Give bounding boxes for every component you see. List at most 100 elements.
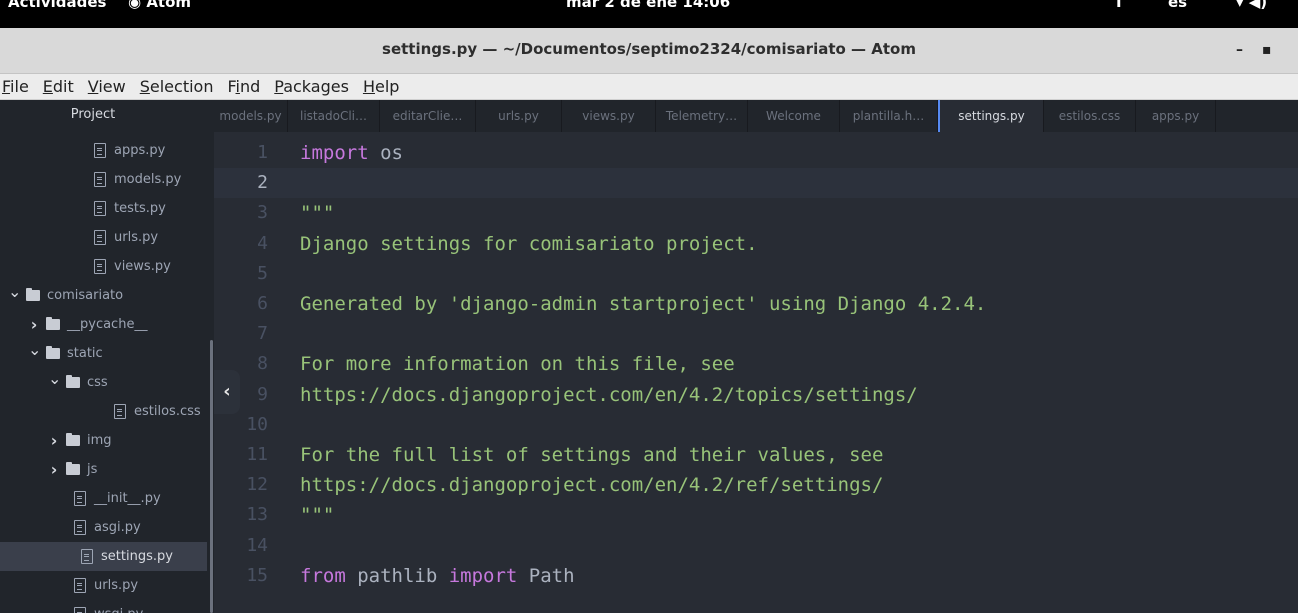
chevron-down-icon[interactable]: ⌄ bbox=[8, 277, 21, 306]
tab-listadocli[interactable]: listadoCli… bbox=[288, 100, 380, 132]
menu-label-rest: elp bbox=[374, 77, 400, 96]
tab-settings-py[interactable]: settings.py bbox=[938, 100, 1044, 132]
maximize-button[interactable]: ▪ bbox=[1262, 42, 1272, 58]
line-number: 4 bbox=[257, 232, 268, 254]
code-token: Path bbox=[517, 564, 575, 587]
tree-folder[interactable]: ⌄ comisariato bbox=[8, 281, 123, 310]
code-token: pathlib bbox=[345, 564, 449, 587]
code-text: Django settings for comisariato project. bbox=[300, 229, 758, 259]
menu-mnemonic: P bbox=[274, 77, 284, 96]
code-line[interactable]: 5 bbox=[214, 259, 1298, 289]
code-line[interactable]: 1 import os bbox=[214, 138, 1298, 168]
tree-file[interactable]: views.py bbox=[94, 252, 171, 281]
tree-item-label: __init__.py bbox=[94, 491, 161, 506]
tree-file[interactable]: asgi.py bbox=[74, 513, 141, 542]
tab-estilos-css[interactable]: estilos.css bbox=[1044, 100, 1136, 132]
tab-editarclie[interactable]: editarClie… bbox=[380, 100, 476, 132]
code-line[interactable]: 4 Django settings for comisariato project… bbox=[214, 229, 1298, 259]
code-line[interactable]: 9 https://docs.djangoproject.com/en/4.2/t… bbox=[214, 380, 1298, 410]
menu-find[interactable]: Find bbox=[227, 77, 260, 96]
tree-file[interactable]: models.py bbox=[94, 165, 181, 194]
window-titlebar: settings.py — ~/Documentos/septimo2324/c… bbox=[0, 28, 1298, 74]
tree-file[interactable]: settings.py bbox=[0, 542, 207, 571]
tree-file[interactable]: apps.py bbox=[94, 136, 165, 165]
code-line[interactable]: 13 """ bbox=[214, 500, 1298, 530]
activities-button[interactable]: Actividades bbox=[8, 0, 106, 11]
tab-urls-py[interactable]: urls.py bbox=[476, 100, 562, 132]
tree-item-label: urls.py bbox=[94, 578, 139, 593]
folder-icon bbox=[46, 346, 60, 359]
chevron-right-icon[interactable]: › bbox=[48, 455, 60, 484]
tree-folder[interactable]: › js bbox=[48, 455, 98, 484]
code-token: Django settings for comisariato project. bbox=[300, 232, 758, 255]
tree-item-label: css bbox=[87, 375, 108, 390]
tree-folder[interactable]: › img bbox=[48, 426, 112, 455]
accessibility-icon[interactable]: ꟾ bbox=[1116, 0, 1122, 11]
code-line[interactable]: 8 For more information on this file, see bbox=[214, 349, 1298, 379]
code-line[interactable]: 6 Generated by 'django-admin startproject… bbox=[214, 289, 1298, 319]
menu-selection[interactable]: Selection bbox=[140, 77, 214, 96]
chevron-right-icon[interactable]: › bbox=[48, 426, 60, 455]
tree-file[interactable]: estilos.css bbox=[114, 397, 201, 426]
chevron-down-icon[interactable]: ⌄ bbox=[48, 364, 61, 393]
tree-file[interactable]: tests.py bbox=[94, 194, 166, 223]
app-menu[interactable]: ◉ Atom bbox=[128, 0, 191, 11]
file-icon bbox=[94, 172, 106, 187]
tree-file[interactable]: wsgi.py bbox=[74, 600, 143, 613]
tree-header[interactable]: Project bbox=[0, 100, 214, 130]
menu-help[interactable]: Help bbox=[363, 77, 399, 96]
menu-mnemonic: S bbox=[139, 77, 150, 96]
menu-label-rest: ackages bbox=[283, 77, 349, 96]
project-tree: Project apps.py models.py tests.py urls.py v… bbox=[0, 100, 214, 613]
app-name: Atom bbox=[146, 0, 192, 11]
tree-item-label: __pycache__ bbox=[67, 317, 148, 332]
code-line[interactable]: 10 bbox=[214, 410, 1298, 440]
tree-folder[interactable]: ⌄ css bbox=[48, 368, 108, 397]
code-line[interactable]: 2 bbox=[214, 168, 1298, 199]
tree-scrollbar[interactable] bbox=[210, 340, 213, 613]
minimize-button[interactable]: – bbox=[1236, 42, 1243, 58]
line-number: 11 bbox=[246, 444, 268, 465]
code-text: """ bbox=[300, 500, 334, 530]
tree-item-label: tests.py bbox=[114, 201, 166, 216]
tab-welcome[interactable]: Welcome bbox=[748, 100, 840, 132]
chevron-down-icon[interactable]: ⌄ bbox=[28, 335, 41, 364]
clock[interactable]: mar 2 de ene 14:06 bbox=[566, 0, 730, 11]
file-icon bbox=[74, 578, 86, 593]
tree-item-label: asgi.py bbox=[94, 520, 141, 535]
code-editor[interactable]: 1 import os 2 3 """ 4 Django settings for comi… bbox=[214, 132, 1298, 613]
tab-telemetry[interactable]: Telemetry… bbox=[656, 100, 748, 132]
tree-item-label: wsgi.py bbox=[94, 600, 143, 613]
tree-folder[interactable]: › __pycache__ bbox=[28, 310, 148, 339]
tab-views-py[interactable]: views.py bbox=[562, 100, 656, 132]
tree-item-label: models.py bbox=[114, 172, 182, 187]
code-line[interactable]: 11 For the full list of settings and thei… bbox=[214, 440, 1298, 470]
tree-file[interactable]: urls.py bbox=[74, 571, 138, 600]
folder-icon bbox=[66, 462, 80, 475]
menu-packages[interactable]: Packages bbox=[274, 77, 349, 96]
menu-file[interactable]: File bbox=[2, 77, 29, 96]
tree-item-label: js bbox=[87, 462, 98, 477]
tree-file[interactable]: __init__.py bbox=[74, 484, 161, 513]
tab-plantilla-h[interactable]: plantilla.h… bbox=[840, 100, 938, 132]
tree-folder[interactable]: ⌄ static bbox=[28, 339, 103, 368]
tree-item-label: apps.py bbox=[114, 143, 166, 158]
code-text: https://docs.djangoproject.com/en/4.2/re… bbox=[300, 470, 883, 500]
collapse-tree-button[interactable]: ‹ bbox=[214, 370, 240, 414]
code-line[interactable]: 3 """ bbox=[214, 198, 1298, 228]
code-line[interactable]: 15 from pathlib import Path bbox=[214, 561, 1298, 591]
menu-edit[interactable]: Edit bbox=[43, 77, 74, 96]
code-line[interactable]: 12 https://docs.djangoproject.com/en/4.2/… bbox=[214, 470, 1298, 500]
tab-apps-py[interactable]: apps.py bbox=[1136, 100, 1216, 132]
tab-bar: models.py listadoCli… editarClie… urls.py vi… bbox=[214, 100, 1298, 132]
code-line[interactable]: 7 bbox=[214, 319, 1298, 349]
menu-label-rest: election bbox=[149, 77, 214, 96]
tab-models-py[interactable]: models.py bbox=[214, 100, 288, 132]
tree-file[interactable]: urls.py bbox=[94, 223, 158, 252]
code-line[interactable]: 14 bbox=[214, 531, 1298, 561]
folder-icon bbox=[26, 288, 40, 301]
system-tray[interactable]: ▾ ◀) bbox=[1236, 0, 1267, 11]
menu-view[interactable]: View bbox=[88, 77, 126, 96]
keyboard-layout[interactable]: es bbox=[1168, 0, 1187, 11]
menu-label-rest: iew bbox=[98, 77, 126, 96]
